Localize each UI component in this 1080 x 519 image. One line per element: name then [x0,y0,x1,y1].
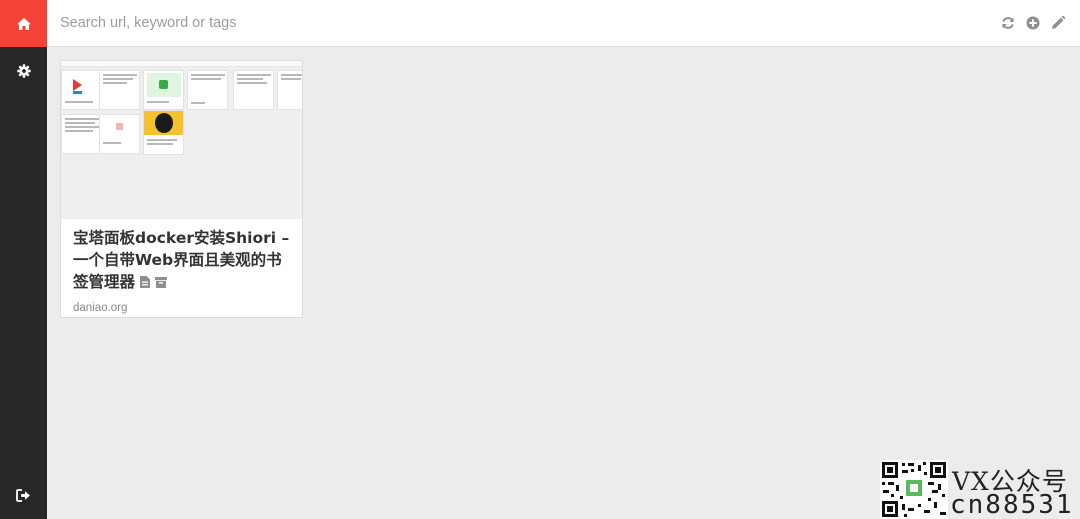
sidebar-item-home[interactable] [0,0,47,47]
edit-button[interactable] [1049,14,1067,32]
gear-icon [16,63,31,78]
bookmark-thumbnail [61,61,302,219]
logout-button[interactable] [0,472,47,519]
qr-code-image [880,460,948,519]
home-icon [16,17,31,30]
bookmark-card[interactable]: 宝塔面板docker安装Shiori – 一个自带Web界面且美观的书签管理器 … [60,60,303,318]
add-bookmark-button[interactable] [1024,14,1042,32]
bookmark-host: daniao.org [73,302,128,314]
watermark: VX公众号 cn88531 [880,458,1080,519]
logout-icon [16,489,30,502]
sidebar-item-settings[interactable] [0,47,47,94]
archive-icon [155,277,168,288]
bookmark-title[interactable]: 宝塔面板docker安装Shiori – 一个自带Web界面且美观的书签管理器 [73,227,290,293]
document-icon [140,276,151,288]
refresh-icon [1002,17,1014,29]
search-input[interactable] [60,10,860,36]
sidebar [0,0,47,519]
edit-icon [1052,16,1065,29]
refresh-button[interactable] [999,14,1017,32]
add-icon [1026,16,1040,30]
header [47,0,1080,47]
